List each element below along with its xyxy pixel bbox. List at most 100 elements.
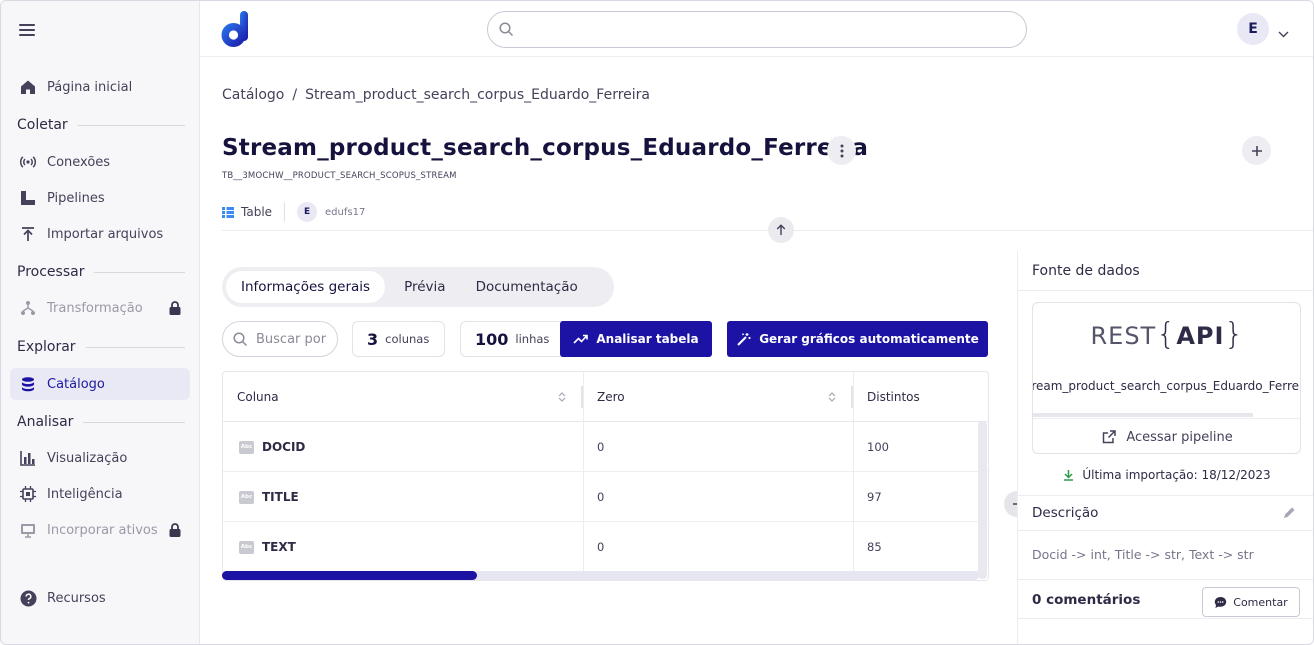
- sidebar: Página inicial Coletar Conexões Pipeline…: [1, 1, 200, 644]
- cell-distinct: 97: [867, 490, 882, 504]
- app-logo[interactable]: [220, 11, 252, 49]
- section-processar: Processar: [17, 264, 185, 280]
- description-heading: Descrição: [1032, 505, 1099, 521]
- chevron-down-icon[interactable]: [1278, 23, 1289, 42]
- generate-charts-button[interactable]: Gerar gráficos automaticamente: [727, 321, 988, 357]
- last-import-text: Última importação: 18/12/2023: [1082, 468, 1271, 482]
- columns-label: colunas: [385, 332, 430, 346]
- collapse-header-button[interactable]: [768, 217, 794, 243]
- cell-zero: 0: [597, 540, 605, 554]
- column-header-zero[interactable]: Zero: [597, 372, 625, 422]
- menu-icon[interactable]: [17, 21, 37, 41]
- add-button[interactable]: [1242, 136, 1271, 165]
- cell-column-name: Abc TITLE: [239, 472, 299, 522]
- sidebar-item-conexoes[interactable]: Conexões: [10, 146, 190, 178]
- sidebar-item-catalogo[interactable]: Catálogo: [10, 368, 190, 400]
- sidebar-item-label: Página inicial: [47, 79, 133, 95]
- comment-icon: [1214, 596, 1227, 609]
- table-header: Coluna Zero Distintos: [223, 372, 988, 422]
- more-options-button[interactable]: [827, 136, 856, 165]
- columns-count: 3: [367, 329, 379, 349]
- bar-chart-icon: [18, 448, 38, 468]
- cell-zero: 0: [597, 440, 605, 454]
- sidebar-item-label: Importar arquivos: [47, 226, 164, 242]
- source-name-scrollbar[interactable]: [1033, 413, 1253, 417]
- rows-count: 100: [475, 329, 509, 349]
- sidebar-item-inteligencia[interactable]: Inteligência: [10, 478, 190, 510]
- column-name: TITLE: [262, 490, 299, 504]
- tab-informacoes-gerais[interactable]: Informações gerais: [226, 271, 386, 303]
- column-search: [222, 321, 338, 357]
- sort-icon[interactable]: [828, 391, 836, 403]
- sort-icon[interactable]: [558, 391, 566, 403]
- access-pipeline-link[interactable]: Acessar pipeline: [1033, 418, 1300, 453]
- access-pipeline-label: Acessar pipeline: [1126, 429, 1233, 445]
- sidebar-item-visualizacao[interactable]: Visualização: [10, 442, 190, 474]
- breadcrumb: Catálogo / Stream_product_search_corpus_…: [222, 87, 650, 103]
- rows-label: linhas: [515, 332, 550, 346]
- sidebar-item-transformacao[interactable]: Transformação: [10, 292, 190, 324]
- owner-avatar: E: [297, 202, 318, 222]
- sidebar-item-recursos[interactable]: Recursos: [10, 582, 190, 614]
- table-identifier: TB__3MOCHW__PRODUCT_SEARCH_SCOPUS_STREAM: [222, 171, 457, 181]
- table-row[interactable]: Abc TITLE 0 97: [223, 472, 988, 522]
- rows-count-badge: 100 linhas: [460, 321, 568, 357]
- table-row[interactable]: Abc DOCID 0 100: [223, 422, 988, 472]
- logo-rest-text: REST: [1090, 322, 1157, 350]
- tab-previa[interactable]: Prévia: [389, 271, 460, 303]
- column-search-input[interactable]: [256, 331, 328, 347]
- tab-documentacao[interactable]: Documentação: [461, 271, 593, 303]
- cell-column-name: Abc TEXT: [239, 522, 296, 572]
- table-grid-icon: [222, 206, 234, 218]
- section-label: Coletar: [17, 117, 68, 133]
- tab-bar: Informações gerais Prévia Documentação: [222, 267, 614, 307]
- column-header-distintos[interactable]: Distintos: [867, 372, 920, 422]
- text-type-icon: Abc: [239, 440, 254, 454]
- data-source-heading: Fonte de dados: [1018, 251, 1313, 291]
- table-vertical-scrollbar[interactable]: [978, 421, 987, 579]
- sidebar-item-importar[interactable]: Importar arquivos: [10, 218, 190, 250]
- lock-icon: [168, 522, 182, 542]
- sidebar-item-home[interactable]: Página inicial: [10, 71, 190, 103]
- global-search-input[interactable]: [487, 11, 1027, 48]
- text-type-icon: Abc: [239, 490, 254, 504]
- breadcrumb-catalog-link[interactable]: Catálogo: [222, 87, 284, 103]
- data-source-card: REST{API} Stream_product_search_corpus_E…: [1032, 302, 1301, 454]
- pencil-icon[interactable]: [1283, 506, 1296, 523]
- sidebar-item-pipelines[interactable]: Pipelines: [10, 182, 190, 214]
- download-icon: [1063, 469, 1074, 481]
- transform-icon: [18, 298, 38, 318]
- analyze-table-button[interactable]: Analisar tabela: [560, 321, 712, 357]
- magic-wand-icon: [736, 332, 751, 347]
- user-avatar[interactable]: E: [1237, 13, 1269, 45]
- sidebar-item-label: Pipelines: [47, 190, 105, 206]
- comments-count: 0 comentários: [1032, 592, 1141, 608]
- search-icon: [499, 22, 514, 41]
- embed-icon: [18, 520, 38, 540]
- sidebar-item-label: Conexões: [47, 154, 111, 170]
- antenna-icon: [18, 152, 38, 172]
- section-analisar: Analisar: [17, 414, 185, 430]
- text-type-icon: Abc: [239, 540, 254, 554]
- column-name: TEXT: [262, 540, 296, 554]
- logo-brace: }: [1224, 317, 1245, 352]
- table-row[interactable]: Abc TEXT 0 85: [223, 522, 988, 572]
- sidebar-item-label: Visualização: [47, 450, 128, 466]
- upload-icon: [18, 224, 38, 244]
- details-panel: Fonte de dados REST{API} Stream_product_…: [1017, 251, 1313, 644]
- top-bar: E: [200, 1, 1313, 57]
- column-header-coluna[interactable]: Coluna: [237, 372, 279, 422]
- columns-count-badge: 3 colunas: [352, 321, 445, 357]
- description-header: Descrição: [1018, 495, 1313, 531]
- comment-button[interactable]: Comentar: [1202, 587, 1300, 617]
- comments-section: 0 comentários Comentar: [1018, 579, 1313, 619]
- scrollbar-thumb[interactable]: [222, 571, 477, 580]
- owner-name[interactable]: edufs17: [325, 207, 365, 218]
- section-label: Explorar: [17, 339, 76, 355]
- section-label: Analisar: [17, 414, 74, 430]
- sidebar-item-incorporar[interactable]: Incorporar ativos: [10, 514, 190, 546]
- cell-distinct: 85: [867, 540, 882, 554]
- table-horizontal-scrollbar[interactable]: [222, 571, 979, 580]
- last-import: Última importação: 18/12/2023: [1018, 468, 1313, 482]
- breadcrumb-current: Stream_product_search_corpus_Eduardo_Fer…: [305, 87, 650, 103]
